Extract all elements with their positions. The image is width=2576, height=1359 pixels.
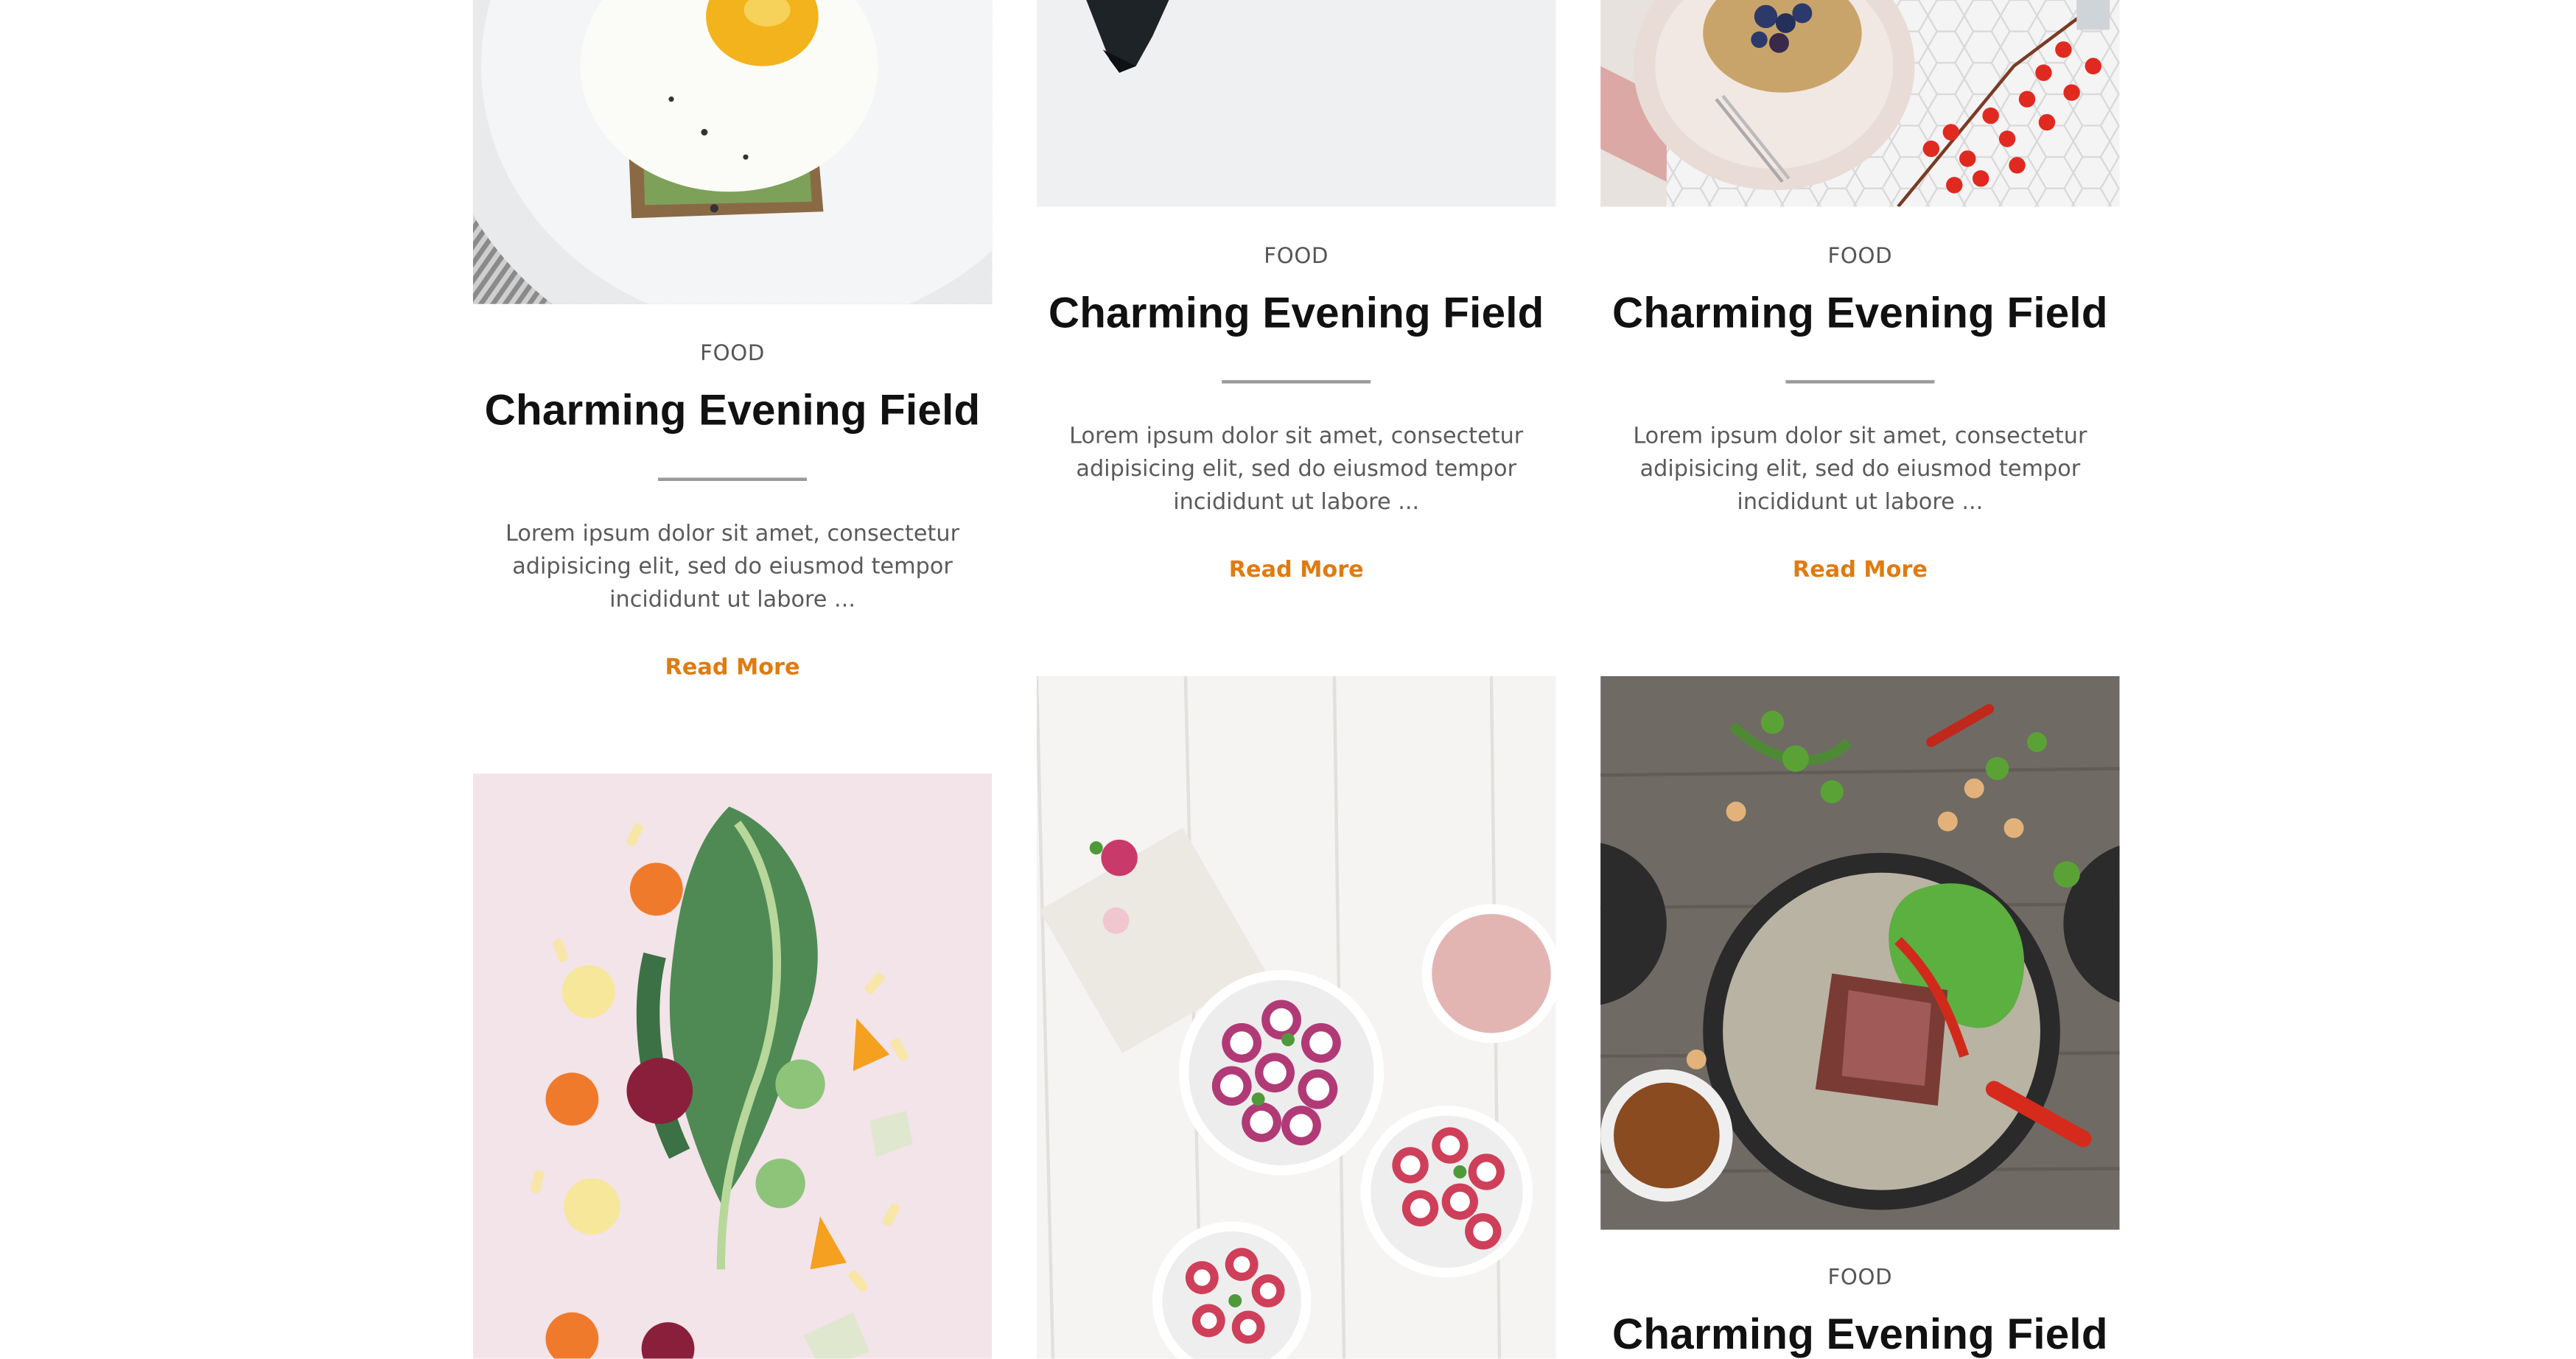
post-image[interactable]: [1600, 0, 2120, 207]
post-excerpt: Lorem ipsum dolor sit amet, consectetur …: [1069, 423, 1524, 516]
post-category[interactable]: FOOD: [1600, 1266, 2120, 1293]
post-title[interactable]: Charming Evening Field: [1600, 284, 2120, 340]
post-excerpt: Lorem ipsum dolor sit amet, consectetur …: [505, 520, 960, 614]
title-divider: [1222, 380, 1371, 384]
read-more-link[interactable]: Read More: [1793, 555, 1928, 585]
post-category[interactable]: FOOD: [1600, 245, 2120, 271]
post-title[interactable]: Charming Evening Field: [1600, 1306, 2120, 1358]
post-image[interactable]: [1036, 0, 1556, 207]
read-more-link[interactable]: Read More: [665, 653, 800, 682]
post-image[interactable]: [472, 773, 993, 1359]
kale-vegetables-photo: [472, 773, 993, 1359]
blog-grid-page: FOOD Charming Evening Field Lorem ipsum …: [0, 0, 2576, 1359]
title-divider: [1785, 380, 1935, 384]
steak-salad-bowl-photo: [1600, 675, 2120, 1230]
white-table-photo: [1036, 0, 1556, 207]
read-more-link[interactable]: Read More: [1229, 555, 1364, 585]
title-divider: [658, 477, 808, 481]
post-category[interactable]: FOOD: [473, 342, 993, 368]
post-image[interactable]: [472, 0, 993, 304]
berry-dessert-plate-photo: [1600, 0, 2120, 207]
post-title[interactable]: Charming Evening Field: [1037, 284, 1556, 340]
radish-salad-bowls-photo: [1036, 675, 1556, 1359]
egg-avocado-toast-photo: [472, 0, 993, 304]
post-image[interactable]: [1600, 675, 2120, 1230]
post-image[interactable]: [1036, 675, 1556, 1359]
post-title[interactable]: Charming Evening Field: [473, 382, 993, 438]
post-excerpt: Lorem ipsum dolor sit amet, consectetur …: [1633, 423, 2087, 516]
post-category[interactable]: FOOD: [1037, 245, 1556, 271]
